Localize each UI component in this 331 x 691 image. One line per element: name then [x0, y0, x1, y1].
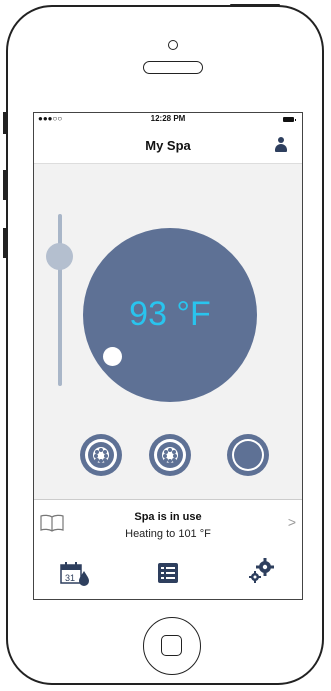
temperature-dial[interactable]: 93 °F [83, 228, 257, 402]
temperature-value: 93 °F [129, 295, 211, 333]
tab-bar: 31 [34, 549, 302, 599]
app-screen: ●●●○○ 12:28 PM My Spa 93 °F Spa is in us… [33, 112, 303, 600]
chevron-right-icon: > [287, 514, 296, 530]
temperature-panel: 93 °F [34, 164, 302, 499]
temperature-slider-thumb[interactable] [46, 243, 73, 270]
jets-2-button[interactable] [149, 434, 191, 476]
page-title: My Spa [145, 138, 191, 153]
home-button-square [161, 635, 182, 656]
dial-knob[interactable] [103, 347, 122, 366]
temperature-slider[interactable] [58, 214, 62, 386]
status-bar: ●●●○○ 12:28 PM [34, 113, 302, 127]
calendar-icon[interactable]: 31 [60, 561, 90, 587]
nav-bar: My Spa [34, 127, 302, 164]
home-button[interactable] [143, 617, 201, 675]
calendar-day: 31 [65, 573, 75, 583]
earpiece-speaker [143, 61, 203, 74]
jets-1-button[interactable] [80, 434, 122, 476]
gears-icon[interactable] [247, 557, 275, 585]
spa-status-title: Spa is in use [134, 511, 202, 523]
status-time: 12:28 PM [150, 114, 186, 123]
front-camera [168, 40, 178, 50]
list-icon[interactable] [157, 561, 179, 585]
user-icon[interactable] [275, 137, 287, 153]
spa-status-row[interactable]: Spa is in use Heating to 101 °F > [34, 499, 302, 551]
battery-icon [283, 117, 296, 122]
light-button[interactable] [227, 434, 269, 476]
spa-status-detail: Heating to 101 °F [125, 528, 211, 540]
light-icon [234, 441, 262, 469]
